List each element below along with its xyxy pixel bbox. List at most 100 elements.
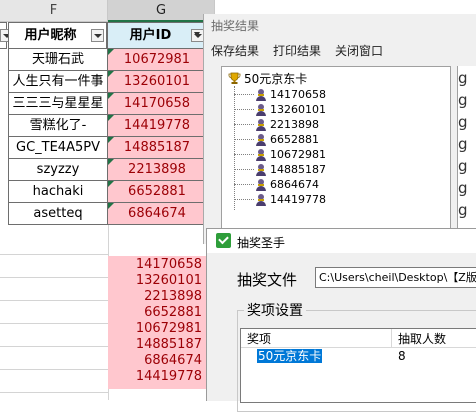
cell-marker-icon bbox=[108, 137, 114, 143]
grid-line bbox=[0, 392, 108, 393]
menu-close-window[interactable]: 关闭窗口 bbox=[335, 42, 383, 59]
table-row-user-id[interactable]: 13260101 bbox=[107, 71, 207, 93]
winner-id: 6652881 bbox=[270, 133, 319, 146]
table-row-nickname[interactable]: 天珊石武 bbox=[8, 49, 108, 71]
tree-branch bbox=[234, 94, 254, 95]
table-row-nickname[interactable]: szyzzy bbox=[8, 159, 108, 181]
winner-id: 14419778 bbox=[270, 193, 326, 206]
user-icon bbox=[256, 179, 266, 191]
winner-id: 6864674 bbox=[270, 178, 319, 191]
user-id-value: 6652881 bbox=[128, 184, 186, 199]
extra-id[interactable]: 14885187 bbox=[112, 337, 202, 353]
header-cell-user-id[interactable]: 用户ID bbox=[107, 22, 210, 49]
table-row-nickname[interactable]: asetteq bbox=[8, 203, 108, 225]
user-id-value: 2213898 bbox=[128, 162, 186, 177]
tree-line bbox=[234, 86, 235, 210]
grid-line bbox=[0, 254, 108, 255]
background-window-edge: g g g g g g g bbox=[457, 66, 476, 234]
table-row-nickname[interactable]: 人生只有一件事 bbox=[8, 71, 108, 93]
grid-line bbox=[0, 277, 108, 278]
table-row-nickname[interactable]: GC_TE4A5PV bbox=[8, 137, 108, 159]
extra-id[interactable]: 13260101 bbox=[112, 273, 202, 289]
table-row-nickname[interactable]: 三三三与星星星 bbox=[8, 93, 108, 115]
column-header-count[interactable]: 抽取人数 bbox=[398, 330, 446, 347]
table-row-user-id[interactable]: 10672981 bbox=[107, 49, 207, 71]
extra-id[interactable]: 2213898 bbox=[112, 289, 202, 305]
extra-id[interactable]: 6864674 bbox=[112, 353, 202, 369]
header-cell-e bbox=[0, 22, 13, 49]
user-id-value: 14885187 bbox=[123, 140, 191, 155]
menu-print-result[interactable]: 打印结果 bbox=[273, 42, 321, 59]
user-id-value: 14419778 bbox=[123, 118, 191, 133]
background-text: g bbox=[458, 179, 468, 197]
user-icon bbox=[256, 134, 266, 146]
filter-dropdown-icon[interactable] bbox=[91, 29, 104, 42]
user-id-value: 14170658 bbox=[123, 96, 191, 111]
background-text: g bbox=[458, 201, 468, 219]
cell-marker-icon bbox=[108, 181, 114, 187]
user-icon bbox=[256, 164, 266, 176]
column-header-g[interactable]: G bbox=[108, 0, 215, 22]
winner-id: 14885187 bbox=[270, 163, 326, 176]
column-header-f[interactable]: F bbox=[0, 0, 108, 22]
grid-line bbox=[0, 346, 108, 347]
background-text: g bbox=[458, 113, 468, 131]
tree-branch bbox=[234, 199, 254, 200]
app-icon bbox=[216, 233, 231, 248]
table-row-user-id[interactable]: 14419778 bbox=[107, 115, 207, 137]
user-id-value: 13260101 bbox=[123, 74, 191, 89]
tree-branch bbox=[234, 139, 254, 140]
user-icon bbox=[256, 104, 266, 116]
extra-id[interactable]: 10672981 bbox=[112, 321, 202, 337]
header-nickname-label: 用户昵称 bbox=[24, 28, 77, 43]
table-row-nickname[interactable]: hachaki bbox=[8, 181, 108, 203]
file-path-field[interactable]: C:\Users\cheil\Desktop\【Z版三 bbox=[315, 267, 476, 288]
table-row-nickname[interactable]: 雪糕化了- bbox=[8, 115, 108, 137]
table-row-user-id[interactable]: 14885187 bbox=[107, 137, 207, 159]
grid-line bbox=[0, 323, 108, 324]
winner-id: 2213898 bbox=[270, 118, 319, 131]
result-window: 抽奖结果 保存结果 打印结果 关闭窗口 50元京东卡 14170658 1326… bbox=[203, 14, 476, 244]
user-icon bbox=[256, 149, 266, 161]
list-item-prize[interactable]: 50元京东卡 bbox=[257, 349, 323, 363]
group-label: 奖项设置 bbox=[244, 300, 306, 320]
extra-id[interactable]: 14170658 bbox=[112, 257, 202, 273]
title-bar[interactable]: 抽奖圣手 bbox=[207, 229, 476, 253]
menu-save-result[interactable]: 保存结果 bbox=[211, 42, 259, 59]
spreadsheet: F G 用户昵称 用户ID 天珊石武 10672981 人生只有一件事 1326… bbox=[0, 0, 215, 400]
list-item-count[interactable]: 8 bbox=[398, 349, 406, 363]
header-cell-nickname[interactable]: 用户昵称 bbox=[8, 22, 107, 49]
user-id-value: 10672981 bbox=[123, 52, 191, 67]
background-text: g bbox=[458, 69, 468, 87]
menu-bar: 保存结果 打印结果 关闭窗口 bbox=[204, 42, 476, 60]
user-id-value: 6864674 bbox=[128, 206, 186, 221]
background-text: g bbox=[458, 91, 468, 109]
table-row-user-id[interactable]: 14170658 bbox=[107, 93, 207, 115]
prize-label: 50元京东卡 bbox=[244, 72, 308, 86]
extra-id[interactable]: 6652881 bbox=[112, 305, 202, 321]
column-divider[interactable] bbox=[391, 329, 392, 347]
result-tree[interactable]: 50元京东卡 14170658 13260101 2213898 6652881… bbox=[221, 66, 451, 234]
grid-line bbox=[0, 369, 108, 370]
cell-marker-icon bbox=[108, 115, 114, 121]
cell-marker-icon bbox=[108, 49, 114, 55]
table-row-user-id[interactable]: 6652881 bbox=[107, 181, 207, 203]
cell-marker-icon bbox=[108, 71, 114, 77]
tree-branch bbox=[234, 124, 254, 125]
trophy-icon bbox=[228, 72, 241, 84]
lottery-window: 抽奖圣手 抽奖文件 C:\Users\cheil\Desktop\【Z版三 奖项… bbox=[206, 228, 476, 412]
column-header-prize[interactable]: 奖项 bbox=[247, 330, 271, 347]
table-row-user-id[interactable]: 6864674 bbox=[107, 203, 207, 225]
list-header: 奖项 抽取人数 bbox=[241, 329, 476, 348]
winner-id: 10672981 bbox=[270, 148, 326, 161]
tree-branch bbox=[234, 109, 254, 110]
table-row-user-id[interactable]: 2213898 bbox=[107, 159, 207, 181]
extra-id[interactable]: 14419778 bbox=[112, 369, 202, 385]
prize-list[interactable]: 奖项 抽取人数 50元京东卡 8 bbox=[240, 328, 476, 403]
user-icon bbox=[256, 119, 266, 131]
user-icon bbox=[256, 194, 266, 206]
tree-branch bbox=[234, 154, 254, 155]
user-icon bbox=[256, 89, 266, 101]
cell-marker-icon bbox=[108, 203, 114, 209]
cell-marker-icon bbox=[108, 93, 114, 99]
